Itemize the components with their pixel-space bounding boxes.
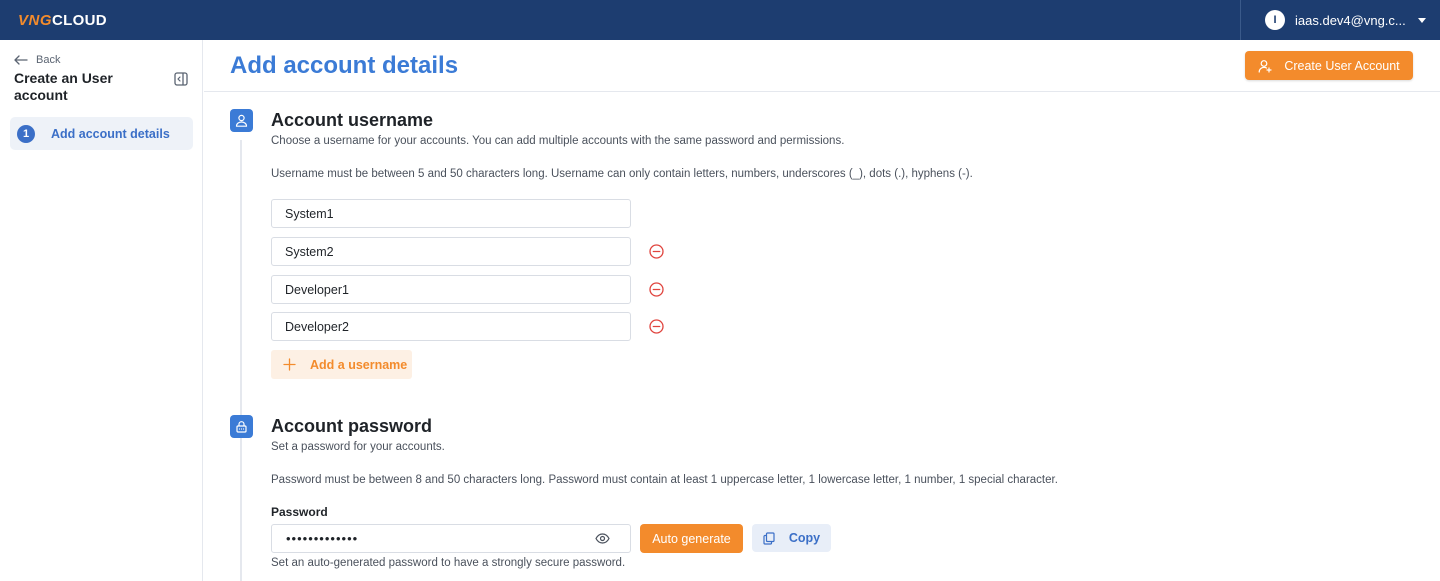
- page-title: Add account details: [230, 52, 459, 79]
- sidebar-title: Create an User account: [14, 70, 113, 103]
- arrow-left-icon: [14, 55, 28, 65]
- top-navigation-bar: VNG CLOUD I iaas.dev4@vng.c...: [0, 0, 1440, 40]
- user-menu[interactable]: I iaas.dev4@vng.c...: [1240, 0, 1440, 40]
- lock-icon: [230, 415, 253, 438]
- auto-generate-button[interactable]: Auto generate: [640, 524, 743, 553]
- vng-cloud-logo[interactable]: VNG CLOUD: [18, 12, 107, 29]
- username-input-2[interactable]: [271, 237, 631, 266]
- user-icon: [230, 109, 253, 132]
- password-field: [271, 524, 631, 553]
- copy-label: Copy: [788, 531, 821, 545]
- add-user-icon: [1258, 59, 1272, 73]
- copy-password-button[interactable]: Copy: [752, 524, 831, 552]
- password-rules-text: Password must be between 8 and 50 charac…: [271, 474, 1058, 486]
- add-username-button[interactable]: Add a username: [271, 350, 412, 379]
- timeline-line: [240, 140, 242, 581]
- password-field-label: Password: [271, 505, 328, 519]
- collapse-sidebar-icon[interactable]: [174, 72, 188, 86]
- account-password-title: Account password: [271, 416, 433, 436]
- plus-icon: [283, 358, 296, 371]
- remove-circle-icon[interactable]: [649, 244, 664, 259]
- username-input-4[interactable]: [271, 312, 631, 341]
- logo-cloud-text: CLOUD: [52, 12, 107, 29]
- account-password-description: Set a password for your accounts.: [271, 441, 445, 453]
- avatar: I: [1265, 10, 1285, 30]
- password-input[interactable]: [272, 525, 592, 552]
- account-username-title: Account username: [271, 110, 434, 130]
- remove-circle-icon[interactable]: [649, 319, 664, 334]
- chevron-down-icon: [1417, 17, 1426, 23]
- step-number-badge: 1: [17, 124, 35, 143]
- copy-icon: [763, 531, 775, 545]
- username-rules-text: Username must be between 5 and 50 charac…: [271, 168, 973, 180]
- sidebar-step-add-account-details[interactable]: 1 Add account details: [10, 117, 193, 150]
- user-email: iaas.dev4@vng.c...: [1295, 12, 1406, 28]
- create-user-account-button[interactable]: Create User Account: [1245, 51, 1413, 80]
- back-label: Back: [36, 54, 61, 66]
- sidebar-step-label: Add account details: [51, 126, 170, 141]
- create-user-account-label: Create User Account: [1284, 58, 1400, 73]
- account-username-description: Choose a username for your accounts. You…: [271, 135, 845, 147]
- eye-icon[interactable]: [595, 532, 610, 545]
- sidebar: Back Create an User account 1 Add accoun…: [0, 40, 203, 581]
- username-input-3[interactable]: [271, 275, 631, 304]
- add-username-label: Add a username: [310, 357, 408, 372]
- logo-vng-text: VNG: [18, 12, 53, 29]
- back-link[interactable]: Back: [14, 54, 60, 66]
- username-input-1[interactable]: [271, 199, 631, 228]
- password-hint-text: Set an auto-generated password to have a…: [271, 557, 626, 569]
- remove-circle-icon[interactable]: [649, 282, 664, 297]
- main-header: Add account details Create User Account: [204, 40, 1440, 92]
